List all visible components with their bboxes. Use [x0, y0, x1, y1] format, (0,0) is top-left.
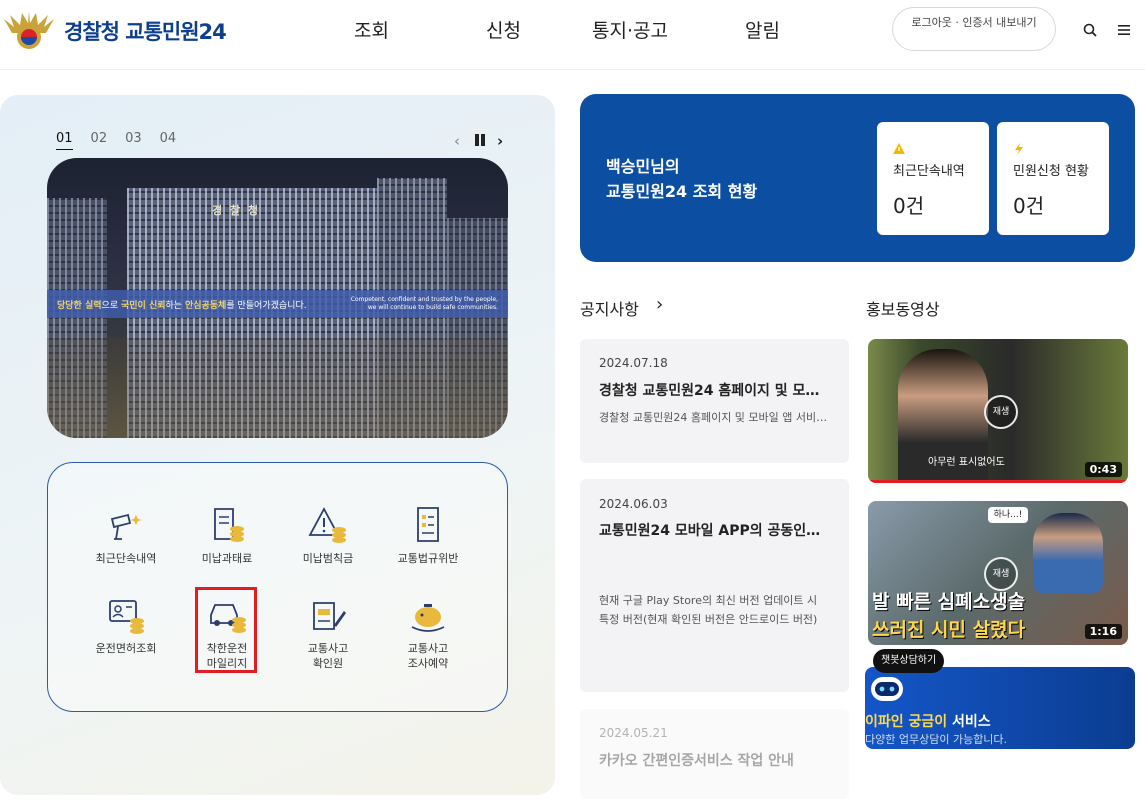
slide-tab-4[interactable]: 04 — [160, 131, 177, 150]
video-tag: 하나...! — [988, 507, 1028, 523]
slide-tab-3[interactable]: 03 — [125, 131, 142, 150]
video-person — [1033, 513, 1103, 593]
quick-unpaid-fine[interactable]: 미납과태료 — [182, 505, 272, 566]
quick-accident-certificate[interactable]: 교통사고 확인원 — [283, 595, 373, 671]
notice-item[interactable]: 2024.07.18 경찰청 교통민원24 홈페이지 및 모바일 앱 서비스 개… — [580, 339, 849, 463]
site-logo[interactable]: 경찰청 교통민원24 — [0, 6, 250, 56]
banner-plaza — [47, 338, 508, 438]
video-duration: 0:43 — [1084, 462, 1122, 477]
quick-accident-reservation[interactable]: 교통사고 조사예약 — [383, 595, 473, 671]
police-emblem-icon — [0, 9, 58, 53]
video-caption: 아무런 표시없어도 — [928, 457, 1005, 468]
nav-inquiry[interactable]: 조회 — [354, 16, 389, 46]
receipt-coins-icon — [207, 505, 247, 545]
chatbot-banner[interactable]: 이파인 궁금이 서비스 다양한 업무상담이 가능합니다. — [865, 667, 1135, 749]
chatbot-robot-icon — [867, 673, 907, 707]
video-duration: 1:16 — [1084, 624, 1122, 639]
id-card-coins-icon — [106, 595, 146, 635]
quick-license-check[interactable]: 운전면허조회 — [81, 595, 171, 656]
document-checklist-icon — [408, 505, 448, 545]
notices-title[interactable]: 공지사항 — [580, 296, 639, 320]
certificate-pen-icon — [308, 595, 348, 635]
video-caption-line2: 쓰러진 시민 살렸다 — [872, 619, 1026, 641]
nav-notice[interactable]: 통지·공고 — [592, 16, 668, 46]
promo-video-1[interactable]: 아무런 표시없어도 재생 0:43 — [868, 339, 1128, 483]
play-icon[interactable]: 재생 — [984, 557, 1018, 591]
logout-cert-export-button[interactable]: 로그아웃 · 인증서 내보내기 — [892, 7, 1056, 51]
nav-apply[interactable]: 신청 — [486, 16, 521, 46]
notice-item[interactable]: 2024.06.03 교통민원24 모바일 APP의 공동인증서 관련 안내 현… — [580, 479, 849, 692]
site-header: 경찰청 교통민원24 조회 신청 통지·공고 알림 로그아웃 · 인증서 내보내… — [0, 0, 1145, 70]
videos-title: 홍보동영상 — [866, 300, 940, 319]
quick-recent-enforcement[interactable]: 최근단속내역 — [81, 505, 171, 566]
quick-menu — [47, 462, 508, 712]
quick-unpaid-penalty[interactable]: 미납범칙금 — [283, 505, 373, 566]
highlight-box — [195, 587, 257, 673]
chatbot-title: 이파인 궁금이 서비스 — [865, 714, 991, 730]
search-icon[interactable] — [1082, 22, 1098, 38]
status-card: 백승민님의 교통민원24 조회 현황 최근단속내역 0건 민원신청 현황 0건 — [580, 94, 1135, 262]
slider-prev-button[interactable]: ‹ — [454, 132, 460, 150]
status-box-applications[interactable]: 민원신청 현황 0건 — [997, 122, 1109, 235]
menu-icon[interactable] — [1116, 22, 1132, 38]
slider-pause-icon[interactable] — [473, 133, 487, 147]
banner-slogan-english: Competent, confident and trusted by the … — [350, 296, 498, 311]
main-banner[interactable]: 경 찰 청 당당한 실력으로 국민이 신뢰하는 안심공동체를 만들어가겠습니다.… — [47, 158, 508, 438]
promo-video-2[interactable]: 하나...! 재생 발 빠른 심폐소생술 쓰러진 시민 살렸다 1:16 — [868, 501, 1128, 645]
status-title: 백승민님의 교통민원24 조회 현황 — [606, 157, 758, 201]
nav-alerts[interactable]: 알림 — [745, 16, 780, 46]
warning-coins-icon — [308, 505, 348, 545]
video-progress-bar — [868, 480, 1128, 483]
play-icon[interactable]: 재생 — [984, 395, 1018, 429]
slider-next-button[interactable]: › — [497, 132, 503, 150]
status-box-enforcement[interactable]: 최근단속내역 0건 — [877, 122, 989, 235]
site-title: 경찰청 교통민원24 — [64, 20, 227, 44]
notices-more-arrow[interactable]: › — [656, 294, 663, 315]
video-caption-line1: 발 빠른 심폐소생술 — [872, 591, 1026, 613]
lightning-icon — [1013, 140, 1025, 155]
warning-icon — [893, 140, 905, 154]
notice-item[interactable]: 2024.05.21 카카오 간편인증서비스 작업 안내 — [580, 709, 849, 799]
banner-building-sign: 경 찰 청 — [212, 204, 261, 217]
slider-pagination: 01 02 03 04 — [56, 131, 176, 150]
camera-enforcement-icon — [106, 505, 146, 545]
slide-tab-2[interactable]: 02 — [91, 131, 108, 150]
piggy-bank-icon — [408, 595, 448, 635]
slide-tab-1[interactable]: 01 — [56, 131, 73, 150]
banner-slogan-korean: 당당한 실력으로 국민이 신뢰하는 안심공동체를 만들어가겠습니다. — [57, 300, 307, 311]
chatbot-desc: 다양한 업무상담이 가능합니다. — [865, 733, 1008, 746]
chatbot-bubble[interactable]: 챗봇상담하기 — [873, 649, 945, 673]
banner-slogan-strip: 당당한 실력으로 국민이 신뢰하는 안심공동체를 만들어가겠습니다. Compe… — [47, 290, 508, 318]
quick-traffic-violation[interactable]: 교통법규위반 — [383, 505, 473, 566]
